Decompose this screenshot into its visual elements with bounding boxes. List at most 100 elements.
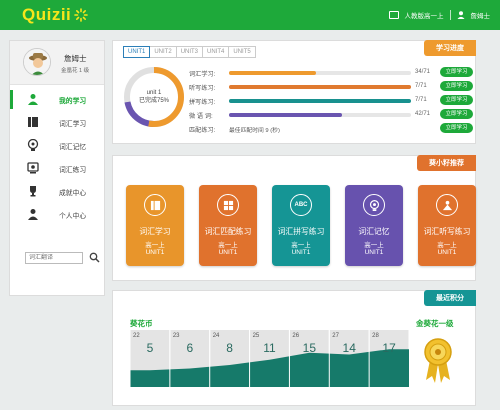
book-icon [144,194,166,216]
person-icon [28,209,38,220]
start-study-button[interactable]: 立即学习 [440,95,473,105]
card-vocab-memory[interactable]: 词汇记忆 高一上 UNIT1 [345,185,403,266]
sun-icon [74,8,88,22]
user-icon [457,11,464,19]
card-grade: 高一上 [437,242,457,249]
sidebar-item-label: 成就中心 [59,190,87,197]
row-label: 拼写练习: [189,99,216,106]
progress-row-spelling: 拼写练习: 7/71 立即学习 [189,94,475,106]
sidebar-item-label: 个人中心 [59,213,87,220]
divider [449,10,451,20]
row-label: 词汇学习: [189,71,216,78]
card-title: 词汇匹配练习 [204,227,252,236]
sidebar-item-vocab-practice[interactable]: 词汇练习 [10,157,104,180]
start-study-button[interactable]: 立即学习 [440,123,473,133]
chart-value-label: 17 [382,341,396,355]
card-unit: UNIT1 [145,249,165,256]
card-vocab-dictation[interactable]: 词汇听写练习 高一上 UNIT1 [418,185,476,266]
sidebar-item-label: 词汇记忆 [59,144,87,151]
brain-icon [363,194,385,216]
sidebar-item-my-study[interactable]: 我的学习 [10,88,104,111]
tab-unit4[interactable]: UNIT4 [202,46,230,58]
chart-value-label: 6 [186,341,193,355]
progress-panel: 学习进度 UNIT1 UNIT2 UNIT3 UNIT4 UNIT5 unit … [112,40,476,144]
row-label: 匹配练习: [189,127,216,134]
start-study-button[interactable]: 立即学习 [440,67,473,77]
progress-tag: 学习进度 [424,40,476,56]
donut-label: unit 1 已完成75% [121,89,187,105]
abc-icon: ABC [290,194,312,216]
chart-x-label: 26 [292,333,299,339]
user-study-icon [28,94,38,105]
progress-row-matching: 匹配练习: 最佳匹配时间 9 (秒) 立即学习 [189,122,475,134]
sidebar-item-personal[interactable]: 个人中心 [10,203,104,226]
card-vocab-study[interactable]: 词汇学习 高一上 UNIT1 [126,185,184,266]
textbook-selector[interactable]: 人教版高一上 [405,10,444,20]
profile-card: 詹姆士 金凰花 1 级 [10,41,104,85]
progress-bar [229,99,411,103]
trophy-icon [30,186,36,197]
avatar-image [24,49,50,75]
donut-completed: 已完成75% [138,98,169,104]
card-grade: 高一上 [364,242,384,249]
sidebar-item-vocab-study[interactable]: 词汇学习 [10,111,104,134]
chart-x-label: 24 [213,333,220,339]
progress-row-micro-words: 微 语 词: 42/71 立即学习 [189,108,475,120]
best-match-time: 最佳匹配时间 9 (秒) [229,128,280,134]
book-icon [28,117,38,127]
level-title: 金葵花一级 [416,319,454,328]
recommend-panel: 葵小籽推荐 词汇学习 高一上 UNIT1 词汇匹配练习 高一上 UNIT1 AB… [112,155,476,281]
chart-value-label: 15 [303,341,317,355]
brain-icon [27,139,39,151]
card-title: 词汇拼写练习 [277,227,325,236]
card-grade: 高一上 [218,242,238,249]
app-logo[interactable]: Quizii [22,5,71,25]
sidebar-item-label: 词汇学习 [59,121,87,128]
card-unit: UNIT1 [437,249,457,256]
coin-title: 葵花币 [130,319,153,328]
progress-row-dictation: 听写练习: 7/71 立即学习 [189,80,475,92]
start-study-button[interactable]: 立即学习 [440,81,473,91]
search-icon[interactable] [89,252,100,263]
sidebar-item-label: 我的学习 [59,98,87,105]
user-name[interactable]: 詹姆士 [471,10,491,20]
chart-value-label: 11 [263,341,276,355]
search-input[interactable] [26,253,82,263]
tab-unit1[interactable]: UNIT1 [123,46,151,58]
progress-fill [229,99,411,103]
chart-x-label: 25 [253,333,260,339]
card-vocab-matching[interactable]: 词汇匹配练习 高一上 UNIT1 [199,185,257,266]
card-grade: 高一上 [145,242,165,249]
progress-bar [229,113,411,117]
sidebar-item-achievements[interactable]: 成就中心 [10,180,104,203]
tab-unit2[interactable]: UNIT2 [149,46,177,58]
listen-icon [436,194,458,216]
card-title: 词汇学习 [139,227,171,236]
points-tag: 最近积分 [424,290,476,306]
tab-unit3[interactable]: UNIT3 [175,46,204,58]
tab-unit5[interactable]: UNIT5 [228,46,256,58]
profile-level: 金凰花 1 级 [61,68,90,74]
sidebar-item-vocab-memory[interactable]: 词汇记忆 [10,134,104,157]
profile-name: 詹姆士 [64,54,87,63]
unit-tabs: UNIT1 UNIT2 UNIT3 UNIT4 UNIT5 [123,46,256,58]
progress-fill [229,113,342,117]
grid-icon [217,194,239,216]
monitor-icon [388,11,399,19]
card-vocab-spelling[interactable]: ABC 词汇拼写练习 高一上 UNIT1 [272,185,330,266]
donut-unit: unit 1 [146,90,162,96]
sidebar-nav: 我的学习 词汇学习 词汇记忆 词汇练习 成就中心 个人中心 [10,88,104,226]
chart-x-label: 23 [173,333,180,339]
card-unit: UNIT1 [291,249,311,256]
start-study-button[interactable]: 立即学习 [440,109,473,119]
medal-icon [424,338,452,383]
recommend-tag: 葵小籽推荐 [417,155,476,171]
sidebar: 詹姆士 金凰花 1 级 我的学习 词汇学习 词汇记忆 词汇练习 成就中心 个人中… [9,40,105,296]
progress-bar [229,85,411,89]
avatar[interactable] [23,48,51,76]
practice-icon [27,162,39,174]
chart-value-label: 8 [226,341,233,355]
progress-bar [229,71,411,75]
row-count: 42/71 [415,111,431,117]
card-unit: UNIT1 [218,249,238,256]
